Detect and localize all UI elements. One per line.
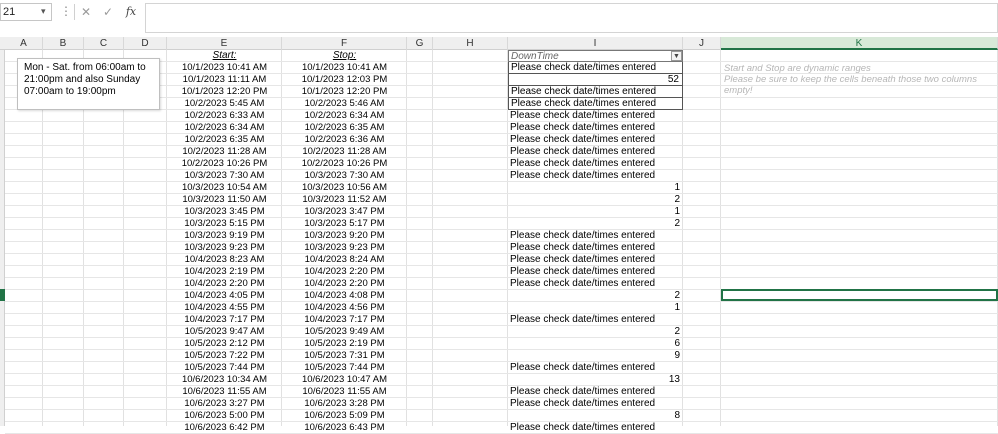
start-cell[interactable]: 10/3/2023 5:15 PM <box>167 218 282 230</box>
downtime-cell[interactable]: 9 <box>508 350 683 362</box>
start-cell[interactable]: 10/4/2023 2:19 PM <box>167 266 282 278</box>
downtime-cell[interactable]: 1 <box>508 302 683 314</box>
start-cell[interactable]: 10/1/2023 12:20 PM <box>167 86 282 98</box>
start-cell[interactable]: 10/6/2023 5:00 PM <box>167 410 282 422</box>
downtime-cell[interactable]: Please check date/times entered <box>508 86 683 98</box>
stop-cell[interactable]: 10/4/2023 2:20 PM <box>282 278 407 290</box>
downtime-cell[interactable]: Please check date/times entered <box>508 398 683 410</box>
stop-cell[interactable]: 10/3/2023 5:17 PM <box>282 218 407 230</box>
downtime-cell[interactable]: Please check date/times entered <box>508 158 683 170</box>
stop-cell[interactable]: 10/3/2023 9:20 PM <box>282 230 407 242</box>
downtime-cell[interactable]: Please check date/times entered <box>508 146 683 158</box>
stop-cell[interactable]: 10/4/2023 4:08 PM <box>282 290 407 302</box>
downtime-cell[interactable]: 2 <box>508 290 683 302</box>
start-cell[interactable]: 10/2/2023 6:33 AM <box>167 110 282 122</box>
start-cell[interactable]: 10/2/2023 11:28 AM <box>167 146 282 158</box>
downtime-cell[interactable]: Please check date/times entered <box>508 98 683 110</box>
downtime-cell[interactable]: 8 <box>508 410 683 422</box>
stop-cell[interactable]: 10/6/2023 3:28 PM <box>282 398 407 410</box>
stop-cell[interactable]: 10/6/2023 6:43 PM <box>282 422 407 434</box>
start-cell[interactable]: 10/4/2023 2:20 PM <box>167 278 282 290</box>
stop-cell[interactable]: 10/4/2023 7:17 PM <box>282 314 407 326</box>
downtime-cell[interactable]: 2 <box>508 218 683 230</box>
start-cell[interactable]: 10/3/2023 9:19 PM <box>167 230 282 242</box>
start-cell[interactable]: 10/4/2023 4:05 PM <box>167 290 282 302</box>
stop-cell[interactable]: 10/2/2023 6:36 AM <box>282 134 407 146</box>
stop-cell[interactable]: 10/2/2023 11:28 AM <box>282 146 407 158</box>
start-cell[interactable]: 10/6/2023 10:34 AM <box>167 374 282 386</box>
start-cell[interactable]: 10/5/2023 7:22 PM <box>167 350 282 362</box>
downtime-cell[interactable]: Please check date/times entered <box>508 110 683 122</box>
start-cell[interactable]: 10/4/2023 4:55 PM <box>167 302 282 314</box>
start-cell[interactable]: 10/2/2023 10:26 PM <box>167 158 282 170</box>
downtime-cell[interactable]: 2 <box>508 194 683 206</box>
stop-cell[interactable]: 10/6/2023 10:47 AM <box>282 374 407 386</box>
stop-cell[interactable]: 10/4/2023 2:20 PM <box>282 266 407 278</box>
downtime-cell[interactable]: Please check date/times entered <box>508 62 683 74</box>
downtime-cell[interactable]: 52 <box>508 74 683 86</box>
stop-cell[interactable]: 10/2/2023 10:26 PM <box>282 158 407 170</box>
downtime-cell[interactable]: 6 <box>508 338 683 350</box>
downtime-cell[interactable]: Please check date/times entered <box>508 170 683 182</box>
stop-cell[interactable]: 10/1/2023 12:20 PM <box>282 86 407 98</box>
downtime-cell[interactable]: 1 <box>508 206 683 218</box>
start-cell[interactable]: 10/4/2023 7:17 PM <box>167 314 282 326</box>
stop-cell[interactable]: 10/1/2023 12:03 PM <box>282 74 407 86</box>
start-cell[interactable]: 10/3/2023 10:54 AM <box>167 182 282 194</box>
downtime-cell[interactable]: Please check date/times entered <box>508 242 683 254</box>
start-cell[interactable]: 10/5/2023 7:44 PM <box>167 362 282 374</box>
downtime-cell[interactable]: Please check date/times entered <box>508 134 683 146</box>
start-cell[interactable]: 10/5/2023 9:47 AM <box>167 326 282 338</box>
stop-cell[interactable]: 10/2/2023 6:35 AM <box>282 122 407 134</box>
start-cell[interactable]: 10/1/2023 11:11 AM <box>167 74 282 86</box>
downtime-cell[interactable]: Please check date/times entered <box>508 254 683 266</box>
start-cell[interactable]: 10/3/2023 11:50 AM <box>167 194 282 206</box>
start-cell[interactable]: 10/2/2023 5:45 AM <box>167 98 282 110</box>
stop-cell[interactable]: 10/2/2023 5:46 AM <box>282 98 407 110</box>
stop-cell[interactable]: 10/4/2023 4:56 PM <box>282 302 407 314</box>
downtime-cell[interactable]: 13 <box>508 374 683 386</box>
start-cell[interactable]: 10/5/2023 2:12 PM <box>167 338 282 350</box>
downtime-cell[interactable]: Please check date/times entered <box>508 314 683 326</box>
stop-cell[interactable]: 10/4/2023 8:24 AM <box>282 254 407 266</box>
stop-cell[interactable]: 10/3/2023 11:52 AM <box>282 194 407 206</box>
stop-cell[interactable]: 10/6/2023 11:55 AM <box>282 386 407 398</box>
start-cell[interactable]: 10/3/2023 3:45 PM <box>167 206 282 218</box>
downtime-cell[interactable]: Please check date/times entered <box>508 278 683 290</box>
start-cell[interactable]: 10/3/2023 9:23 PM <box>167 242 282 254</box>
downtime-cell[interactable]: Please check date/times entered <box>508 266 683 278</box>
stop-cell[interactable]: 10/5/2023 7:44 PM <box>282 362 407 374</box>
start-cell[interactable]: 10/2/2023 6:34 AM <box>167 122 282 134</box>
stop-cell[interactable]: 10/2/2023 6:34 AM <box>282 110 407 122</box>
stop-cell[interactable]: 10/3/2023 7:30 AM <box>282 170 407 182</box>
downtime-cell[interactable]: Please check date/times entered <box>508 122 683 134</box>
stop-cell[interactable]: 10/3/2023 10:56 AM <box>282 182 407 194</box>
downtime-cell[interactable]: 2 <box>508 326 683 338</box>
stop-cell[interactable]: 10/5/2023 9:49 AM <box>282 326 407 338</box>
downtime-cell[interactable]: Please check date/times entered <box>508 230 683 242</box>
start-cell[interactable]: 10/6/2023 3:27 PM <box>167 398 282 410</box>
start-cell[interactable]: 10/3/2023 7:30 AM <box>167 170 282 182</box>
start-cell[interactable]: 10/4/2023 8:23 AM <box>167 254 282 266</box>
downtime-cell[interactable]: Please check date/times entered <box>508 386 683 398</box>
stop-cell[interactable]: 10/5/2023 7:31 PM <box>282 350 407 362</box>
stop-cell[interactable]: 10/5/2023 2:19 PM <box>282 338 407 350</box>
data-rows: 10/1/2023 10:41 AM 10/1/2023 10:41 AM Plea… <box>0 0 998 433</box>
stop-cell[interactable]: 10/1/2023 10:41 AM <box>282 62 407 74</box>
start-cell[interactable]: 10/2/2023 6:35 AM <box>167 134 282 146</box>
stop-cell[interactable]: 10/6/2023 5:09 PM <box>282 410 407 422</box>
start-cell[interactable]: 10/1/2023 10:41 AM <box>167 62 282 74</box>
downtime-cell[interactable]: Please check date/times entered <box>508 422 683 434</box>
start-cell[interactable]: 10/6/2023 6:42 PM <box>167 422 282 434</box>
stop-cell[interactable]: 10/3/2023 3:47 PM <box>282 206 407 218</box>
start-cell[interactable]: 10/6/2023 11:55 AM <box>167 386 282 398</box>
stop-cell[interactable]: 10/3/2023 9:23 PM <box>282 242 407 254</box>
downtime-cell[interactable]: Please check date/times entered <box>508 362 683 374</box>
downtime-cell[interactable]: 1 <box>508 182 683 194</box>
